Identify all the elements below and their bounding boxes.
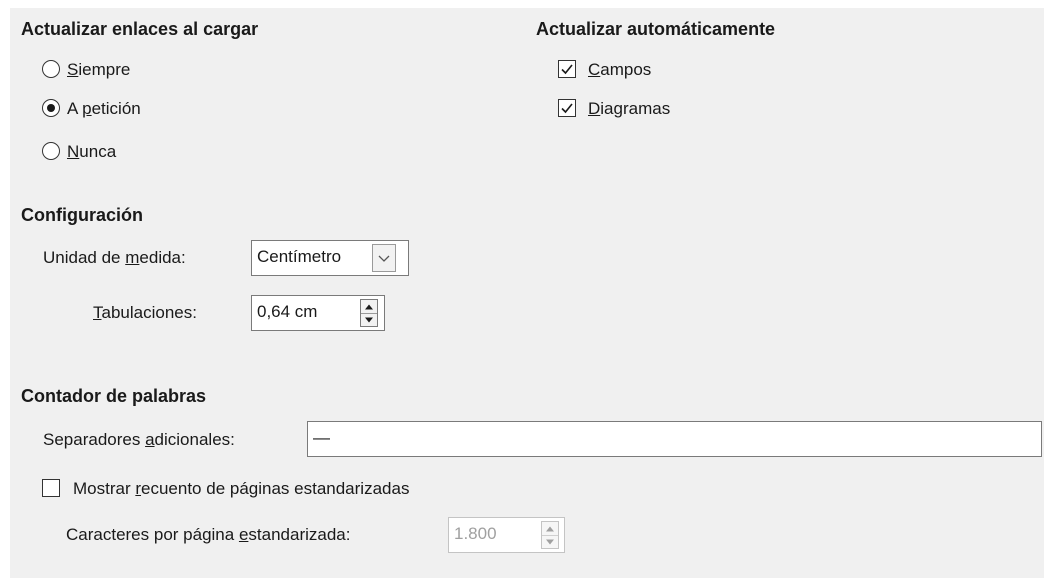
word-count-title: Contador de palabras xyxy=(21,386,207,406)
unit-select-button[interactable] xyxy=(372,244,396,272)
separators-label: Separadores adicionales: xyxy=(43,430,235,449)
radio-on-request-label: A petición xyxy=(67,99,141,118)
update-links-title: Actualizar enlaces al cargar xyxy=(21,19,259,39)
checkbox-fields[interactable]: Campos xyxy=(558,59,758,81)
separators-input[interactable]: — xyxy=(307,421,1042,457)
separators-value: — xyxy=(313,428,330,447)
tabs-spinbox[interactable]: 0,64 cm xyxy=(251,295,385,331)
radio-always-label: Siempre xyxy=(67,60,131,79)
unit-select-value: Centímetro xyxy=(257,247,342,266)
radio-never[interactable]: Nunca xyxy=(42,141,242,163)
radio-always-indicator[interactable] xyxy=(42,60,60,78)
spin-down-icon[interactable] xyxy=(361,313,377,326)
chars-per-page-spin-buttons[interactable] xyxy=(541,521,559,549)
radio-always[interactable]: Siempre xyxy=(42,59,242,81)
checkbox-charts[interactable]: Diagramas xyxy=(558,98,758,120)
spin-up-icon[interactable] xyxy=(542,522,558,535)
checkbox-charts-label: Diagramas xyxy=(588,99,671,118)
checkmark-icon xyxy=(561,64,573,75)
chars-per-page-value: 1.800 xyxy=(454,524,497,543)
spin-up-icon[interactable] xyxy=(361,300,377,313)
tabs-label: Tabulaciones: xyxy=(93,303,197,322)
checkbox-charts-box[interactable] xyxy=(558,99,576,117)
radio-on-request[interactable]: A petición xyxy=(42,98,242,120)
radio-on-request-indicator[interactable] xyxy=(42,99,60,117)
radio-never-indicator[interactable] xyxy=(42,142,60,160)
radio-never-label: Nunca xyxy=(67,142,117,161)
unit-label: Unidad de medida: xyxy=(43,248,186,267)
chars-per-page-label: Caracteres por página estandarizada: xyxy=(66,525,351,544)
auto-update-title: Actualizar automáticamente xyxy=(536,19,776,39)
spin-down-icon[interactable] xyxy=(542,535,558,548)
settings-title: Configuración xyxy=(21,205,143,225)
checkmark-icon xyxy=(561,103,573,114)
tabs-spin-buttons[interactable] xyxy=(360,299,378,327)
checkbox-show-std-pages[interactable]: Mostrar recuento de páginas estandarizad… xyxy=(42,478,542,500)
tabs-value: 0,64 cm xyxy=(257,302,318,321)
unit-select[interactable]: Centímetro xyxy=(251,240,409,276)
checkbox-fields-box[interactable] xyxy=(558,60,576,78)
checkbox-show-std-pages-box[interactable] xyxy=(42,479,60,497)
checkbox-show-std-pages-label: Mostrar recuento de páginas estandarizad… xyxy=(73,479,410,498)
chars-per-page-spinbox[interactable]: 1.800 xyxy=(448,517,565,553)
chevron-down-icon xyxy=(378,255,390,262)
checkbox-fields-label: Campos xyxy=(588,60,652,79)
